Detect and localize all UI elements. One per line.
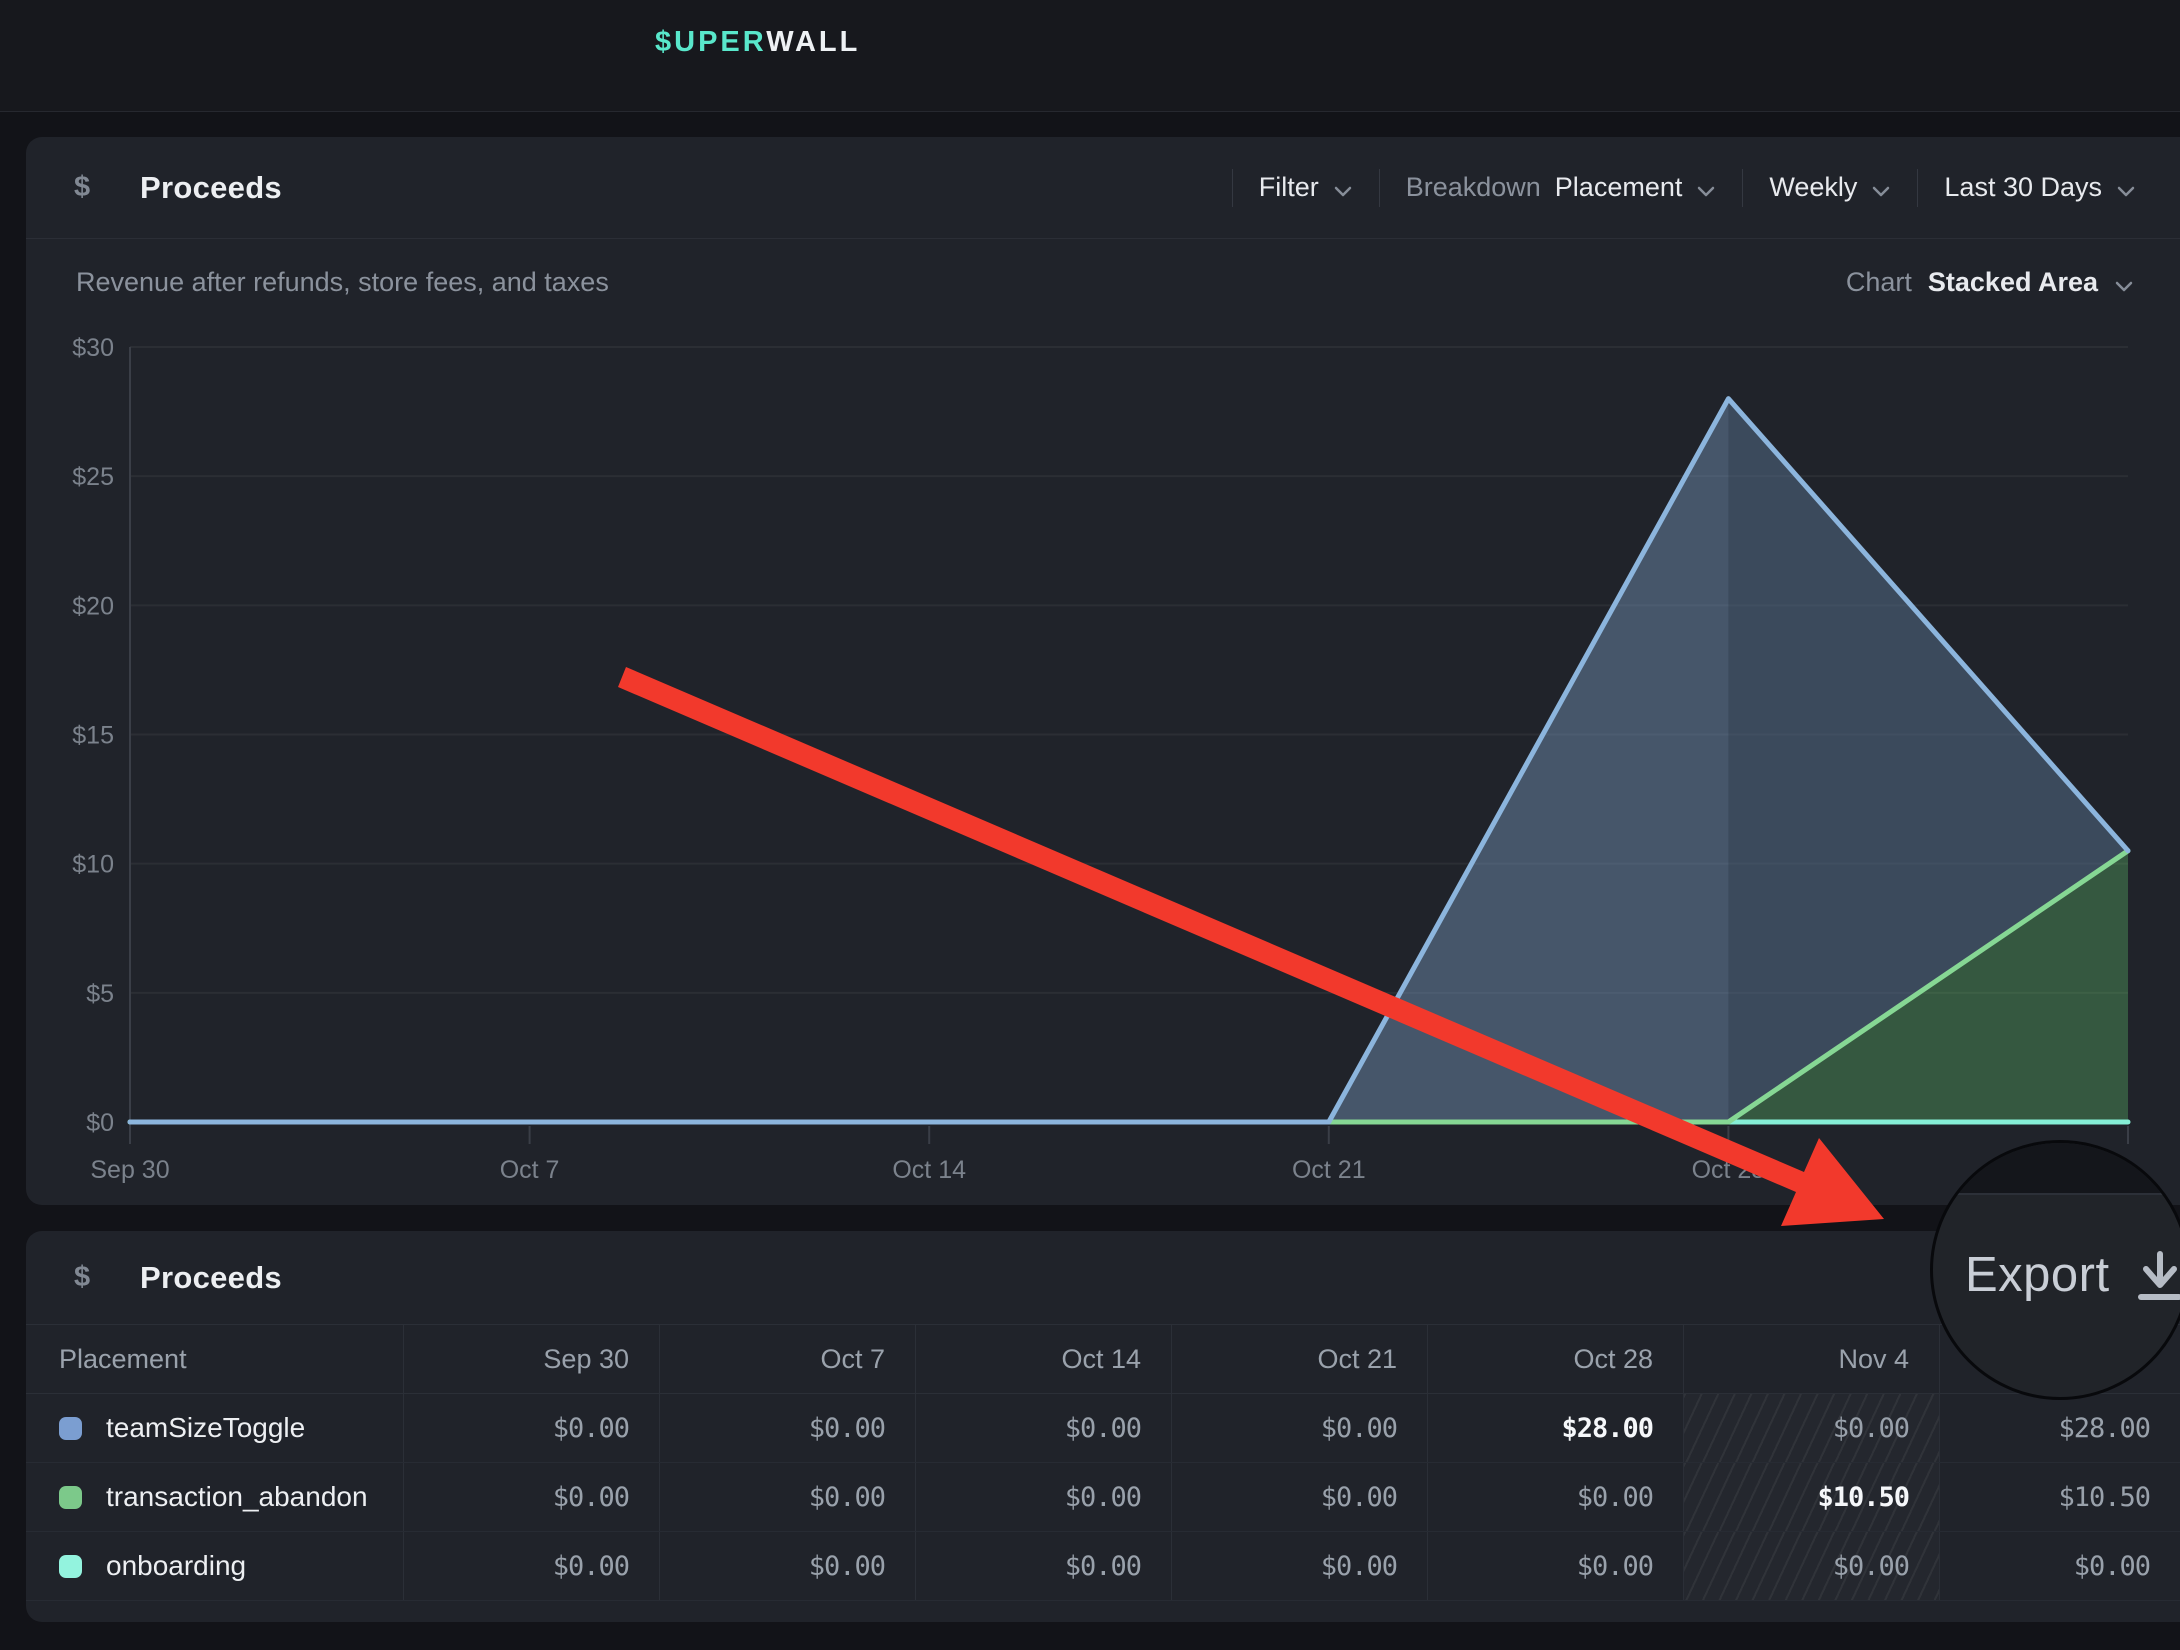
chart-subtitle-row: Revenue after refunds, store fees, and t…	[26, 239, 2180, 300]
export-button[interactable]: Export	[1965, 1247, 2110, 1303]
interval-value: Weekly	[1769, 172, 1857, 203]
series-color-swatch	[59, 1417, 82, 1440]
chart-controls: Filter Breakdown Placement Weekly Last 3…	[1232, 169, 2180, 207]
value-cell: $0.00	[1171, 1463, 1427, 1531]
chevron-down-icon	[1696, 174, 1716, 205]
control-separator	[1917, 169, 1918, 207]
control-separator	[1232, 169, 1233, 207]
proceeds-table-card: $ Proceeds PlacementSep 30Oct 7Oct 14Oct…	[26, 1231, 2180, 1622]
value-cell: $28.00	[1939, 1394, 2180, 1462]
value-cell: $0.00	[915, 1463, 1171, 1531]
value-cell: $0.00	[403, 1532, 659, 1600]
value-cell: $0.00	[1171, 1394, 1427, 1462]
chevron-down-icon	[1333, 174, 1353, 205]
value-cell: $10.50	[1683, 1463, 1939, 1531]
value-cell: $0.00	[659, 1394, 915, 1462]
dollar-icon: $	[74, 171, 100, 204]
column-header-oct-21: Oct 21	[1171, 1325, 1427, 1393]
breakdown-label: Breakdown	[1406, 172, 1541, 203]
chart-card-header: $ Proceeds Filter Breakdown Placement We…	[26, 137, 2180, 239]
breakdown-value: Placement	[1555, 172, 1683, 203]
top-navigation-bar: $UPERWALL	[0, 0, 2180, 112]
column-header-oct-7: Oct 7	[659, 1325, 915, 1393]
value-cell: $0.00	[1683, 1394, 1939, 1462]
breakdown-dropdown[interactable]: Breakdown Placement	[1406, 170, 1717, 205]
filter-dropdown[interactable]: Filter	[1259, 170, 1353, 205]
placement-cell: transaction_abandon	[26, 1463, 403, 1531]
filter-label: Filter	[1259, 172, 1319, 203]
chart-subtitle: Revenue after refunds, store fees, and t…	[76, 267, 609, 298]
download-icon	[2135, 1251, 2180, 1312]
control-separator	[1379, 169, 1380, 207]
placement-cell: onboarding	[26, 1532, 403, 1600]
table-body: teamSizeToggle$0.00$0.00$0.00$0.00$28.00…	[26, 1394, 2180, 1601]
control-separator	[1742, 169, 1743, 207]
chevron-down-icon	[2116, 174, 2136, 205]
proceeds-chart-card: $ Proceeds Filter Breakdown Placement We…	[26, 137, 2180, 1205]
value-cell: $0.00	[915, 1394, 1171, 1462]
table-title: Proceeds	[140, 1260, 282, 1296]
value-cell: $0.00	[915, 1532, 1171, 1600]
chart-type-dropdown[interactable]: Chart Stacked Area	[1846, 265, 2134, 300]
date-range-dropdown[interactable]: Last 30 Days	[1944, 170, 2136, 205]
table-header-row: PlacementSep 30Oct 7Oct 14Oct 21Oct 28No…	[26, 1324, 2180, 1394]
magnifier-divider	[1933, 1193, 2180, 1195]
value-cell: $0.00	[1683, 1532, 1939, 1600]
table-row-transaction_abandon[interactable]: transaction_abandon$0.00$0.00$0.00$0.00$…	[26, 1463, 2180, 1532]
placement-name: onboarding	[106, 1550, 246, 1582]
chevron-down-icon	[1871, 174, 1891, 205]
table-row-teamSizeToggle[interactable]: teamSizeToggle$0.00$0.00$0.00$0.00$28.00…	[26, 1394, 2180, 1463]
value-cell: $0.00	[659, 1463, 915, 1531]
value-cell: $0.00	[1939, 1532, 2180, 1600]
column-header-nov-4: Nov 4	[1683, 1325, 1939, 1393]
value-cell: $0.00	[403, 1463, 659, 1531]
superwall-dashboard: { "topbar": { "logo_accent": "$UPER", "l…	[0, 0, 2180, 1650]
value-cell: $10.50	[1939, 1463, 2180, 1531]
column-header-oct-14: Oct 14	[915, 1325, 1171, 1393]
magnifier-band	[1933, 1143, 2180, 1193]
series-color-swatch	[59, 1486, 82, 1509]
page-title: Proceeds	[140, 170, 282, 206]
logo-accent: $UPER	[655, 26, 766, 58]
dollar-icon: $	[74, 1261, 100, 1294]
superwall-logo[interactable]: $UPERWALL	[655, 26, 860, 59]
column-header-placement: Placement	[26, 1325, 403, 1393]
date-range-value: Last 30 Days	[1944, 172, 2102, 203]
table-row-onboarding[interactable]: onboarding$0.00$0.00$0.00$0.00$0.00$0.00…	[26, 1532, 2180, 1601]
placement-cell: teamSizeToggle	[26, 1394, 403, 1462]
value-cell: $0.00	[1171, 1532, 1427, 1600]
placement-name: transaction_abandon	[106, 1481, 368, 1513]
interval-dropdown[interactable]: Weekly	[1769, 170, 1891, 205]
placement-name: teamSizeToggle	[106, 1412, 305, 1444]
column-header-oct-28: Oct 28	[1427, 1325, 1683, 1393]
table-card-header: $ Proceeds	[26, 1231, 2180, 1324]
value-cell: $0.00	[403, 1394, 659, 1462]
column-header-sep-30: Sep 30	[403, 1325, 659, 1393]
logo-rest: WALL	[766, 26, 860, 58]
value-cell: $28.00	[1427, 1394, 1683, 1462]
export-button-magnifier[interactable]: Export	[1930, 1140, 2180, 1400]
chart-type-label: Chart	[1846, 267, 1912, 298]
value-cell: $0.00	[659, 1532, 915, 1600]
chevron-down-icon	[2114, 269, 2134, 300]
series-color-swatch	[59, 1555, 82, 1578]
chart-type-value: Stacked Area	[1928, 267, 2098, 298]
value-cell: $0.00	[1427, 1532, 1683, 1600]
value-cell: $0.00	[1427, 1463, 1683, 1531]
